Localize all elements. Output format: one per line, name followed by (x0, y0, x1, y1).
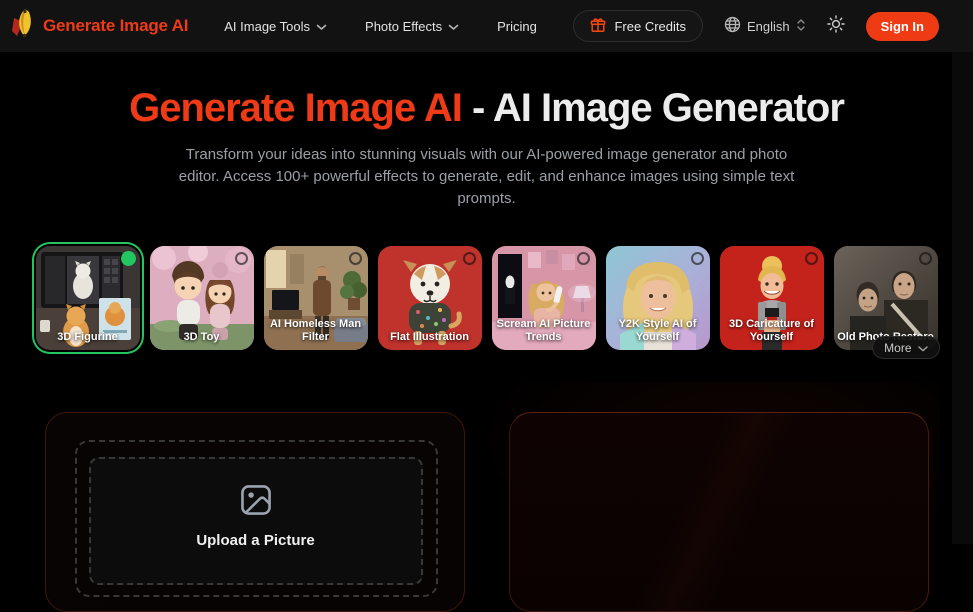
hero-subtitle: Transform your ideas into stunning visua… (178, 146, 795, 207)
nav-item-label: Photo Effects (365, 18, 443, 34)
sun-icon (826, 14, 845, 38)
more-button[interactable]: More (872, 336, 940, 359)
card-label: 3D Caricature of Yourself (729, 318, 814, 343)
page-title-rest: - AI Image Generator (461, 86, 845, 130)
nav-item-pricing[interactable]: Pricing (497, 19, 537, 34)
upload-dropzone-outer: Upload a Picture (74, 440, 438, 597)
card-label: 3D Toy (183, 331, 220, 343)
upload-dropzone[interactable]: Upload a Picture (88, 457, 423, 585)
select-ring (462, 252, 476, 265)
language-label: English (747, 18, 790, 34)
theme-toggle-button[interactable] (826, 14, 845, 38)
globe-icon (724, 16, 741, 36)
nav-item-label: AI Image Tools (224, 18, 311, 34)
sign-in-button[interactable]: Sign In (865, 11, 939, 41)
page-title: Generate Image AI - AI Image Generator (0, 85, 973, 131)
nav-item-ai-image-tools[interactable]: AI Image Tools (224, 19, 327, 34)
upload-panel[interactable]: Upload a Picture (44, 412, 465, 612)
result-preview-panel (508, 412, 929, 612)
card-label: 3D Figurine (57, 331, 118, 343)
nav-item-label: Pricing (497, 18, 537, 34)
chevron-down-icon (917, 341, 928, 355)
language-select[interactable]: English (724, 16, 806, 36)
card-label: Scream AI Picture Trends (496, 318, 591, 343)
effect-card-old-photo-restore[interactable]: Old Photo Restore (833, 246, 938, 350)
effect-card-3d-figurine[interactable]: 3D Figurine (35, 246, 140, 350)
navbar: Generate Image AI AI Image Tools Photo E… (0, 0, 973, 52)
select-ring (690, 252, 704, 265)
brand-name: Generate Image AI (43, 16, 189, 35)
image-placeholder-icon (240, 484, 272, 521)
effect-card-y2k-style-ai-of-yourself[interactable]: Y2K Style AI of Yourself (605, 246, 710, 350)
select-ring (576, 252, 590, 265)
effect-card-scream-ai-picture-trends[interactable]: Scream AI Picture Trends (491, 246, 596, 350)
select-ring (804, 252, 818, 265)
card-label: Y2K Style AI of Yourself (618, 318, 697, 343)
card-label: Flat Illustration (390, 331, 469, 343)
generator-section: Upload a Picture (0, 382, 973, 612)
select-ring (234, 252, 248, 265)
hero-section: Generate Image AI - AI Image Generator T… (0, 85, 973, 210)
effect-card-flat-illustration[interactable]: Flat Illustration (377, 246, 482, 350)
brand-logo[interactable]: Generate Image AI (10, 9, 188, 44)
effect-card-3d-toy[interactable]: 3D Toy (149, 246, 254, 350)
chevron-down-icon (316, 19, 327, 34)
select-ring (918, 252, 932, 265)
card-label: AI Homeless Man Filter (269, 318, 362, 343)
select-arrows-icon (796, 18, 806, 35)
navbar-right: Free Credits English Sign In (573, 10, 939, 42)
nav-links: AI Image Tools Photo Effects Pricing (224, 19, 537, 34)
effect-card-3d-caricature-of-yourself[interactable]: 3D Caricature of Yourself (719, 246, 824, 350)
banana-hero-logo-icon (10, 9, 36, 44)
gift-icon (590, 17, 606, 36)
free-credits-label: Free Credits (614, 18, 687, 34)
effects-carousel: 3D Figurine 3D Toy AI Homeless Man Filte… (35, 246, 940, 359)
page-title-highlight: Generate Image AI (129, 86, 463, 130)
effect-card-ai-homeless-man-filter[interactable]: AI Homeless Man Filter (263, 246, 368, 350)
free-credits-button[interactable]: Free Credits (573, 10, 704, 42)
selected-dot (120, 251, 136, 266)
upload-label: Upload a Picture (196, 532, 315, 549)
nav-item-photo-effects[interactable]: Photo Effects (365, 19, 459, 34)
more-button-label: More (884, 340, 912, 355)
chevron-down-icon (448, 19, 459, 34)
select-ring (348, 252, 362, 265)
